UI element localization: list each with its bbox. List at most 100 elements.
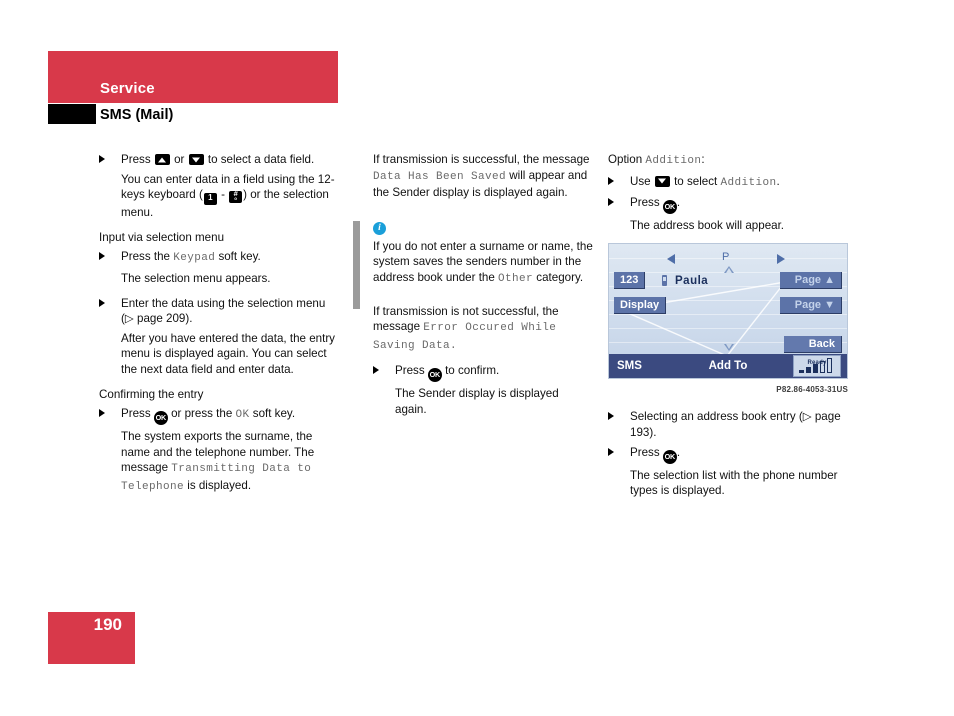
- body-text: After you have entered the data, the ent…: [121, 331, 335, 376]
- instruction-block: Selecting an address book entry (▷ page …: [608, 409, 848, 440]
- step-text: Enter the data using the selection menu …: [121, 296, 326, 326]
- step-text-pre: Press: [630, 196, 663, 210]
- step-text-pre: Press: [630, 445, 663, 459]
- note-text: If you do not enter a surname or name, t…: [373, 239, 593, 288]
- ok-button-icon: OK: [662, 200, 677, 215]
- arrow-down-key-icon: [188, 154, 204, 165]
- status-bar: SMS Add To Ready: [609, 353, 847, 378]
- body-text: The system exports the surname, the name…: [99, 429, 339, 495]
- nav-right-icon[interactable]: [777, 253, 785, 264]
- step-text: Selecting an address book entry (▷ page …: [630, 410, 841, 439]
- instruction-block: Enter the data using the selection menu …: [99, 296, 339, 327]
- nav-left-icon[interactable]: [667, 253, 675, 264]
- instruction-body: After you have entered the data, the ent…: [99, 331, 339, 378]
- step-text-pre: Press: [395, 364, 428, 378]
- header-red-banner: [48, 51, 338, 103]
- bullet-triangle-icon: [99, 409, 105, 418]
- step-text-mid: to select: [670, 174, 721, 188]
- body-text-post: is displayed.: [184, 478, 252, 492]
- arrow-up-key-icon: [154, 154, 170, 165]
- bullet-triangle-icon: [608, 447, 614, 456]
- page-number: 190: [93, 615, 122, 634]
- softkey-label: Keypad: [173, 252, 216, 265]
- btn-page-down[interactable]: Page ▼: [780, 296, 842, 314]
- content-column-left: Press or to select a data field. You can…: [99, 152, 339, 505]
- step-text-mid: or press the: [167, 407, 236, 421]
- btn-page-up[interactable]: Page ▲: [780, 271, 842, 289]
- body-text: You can enter data in a field using the …: [99, 172, 339, 221]
- position-label: P: [722, 250, 730, 263]
- ok-button-icon: OK: [427, 368, 442, 383]
- content-column-right: Option Addition: Use to select Addition.…: [608, 152, 848, 508]
- subheading-confirming-the-entry: Confirming the entry: [99, 387, 339, 403]
- body-text: The Sender display is displayed again.: [395, 387, 559, 416]
- ok-button-icon: OK: [662, 449, 677, 464]
- instruction-block: Press the Keypad soft key.: [99, 249, 339, 267]
- instruction-body: The selection menu appears.: [99, 271, 339, 287]
- bullet-item: Press OK to confirm.: [373, 363, 593, 383]
- btn-display[interactable]: Display: [614, 296, 667, 314]
- section-title: Service: [100, 80, 155, 97]
- key-1-icon: 1: [203, 193, 217, 206]
- head-unit-screen: P 123 Display Paula Page ▲ Page ▼ Back S…: [608, 242, 848, 379]
- step-text-post: .: [776, 174, 780, 188]
- bullet-item: Press or to select a data field.: [99, 152, 339, 168]
- arrow-down-key-icon: [654, 175, 670, 187]
- step-text-pre: Press: [121, 153, 154, 166]
- heading-text-post: :: [701, 153, 705, 166]
- bullet-triangle-icon: [608, 176, 614, 185]
- step-text-post: soft key.: [249, 407, 296, 421]
- address-book-entry-name[interactable]: Paula: [675, 274, 708, 290]
- paragraph-text-pre: If transmission is successful, the messa…: [373, 153, 590, 166]
- step-text-pre: Press: [121, 407, 154, 421]
- ok-button-icon: OK: [153, 411, 168, 426]
- display-message-text: Data Has Been Saved: [373, 170, 507, 183]
- step-text-pre: Press the: [121, 250, 174, 264]
- paragraph-text-post: .: [450, 339, 458, 352]
- bullet-triangle-icon: [608, 198, 614, 207]
- instruction-block: Press OK to confirm.: [373, 363, 593, 383]
- bullet-triangle-icon: [99, 252, 105, 261]
- instruction-body: The Sender display is displayed again.: [373, 386, 593, 417]
- option-label: Addition: [720, 176, 777, 189]
- info-icon: i: [373, 221, 386, 235]
- instruction-block: Use to select Addition.: [608, 174, 848, 192]
- subheading-text: Confirming the entry: [99, 387, 204, 401]
- figure-caption: P82.86-4053-31US: [776, 384, 848, 394]
- btn-123[interactable]: 123: [614, 271, 646, 289]
- step-text-post: .: [676, 445, 681, 459]
- display-figure: P 123 Display Paula Page ▲ Page ▼ Back S…: [608, 242, 848, 398]
- header-black-marker: [48, 104, 96, 124]
- body-text-mid: -: [217, 188, 229, 202]
- body-text: The selection menu appears.: [121, 271, 271, 285]
- info-note: i If you do not enter a surname or name,…: [353, 219, 593, 309]
- note-side-bar: [353, 220, 360, 309]
- instruction-body: The selection list with the phone number…: [608, 468, 848, 499]
- step-text-post: .: [676, 196, 681, 210]
- bullet-item: Press OK or press the OK soft key.: [99, 406, 339, 426]
- page-title: SMS (Mail): [100, 107, 174, 123]
- instruction-body: The system exports the surname, the name…: [99, 429, 339, 495]
- bullet-item: Use to select Addition.: [608, 174, 848, 192]
- step-text-post: soft key.: [215, 250, 261, 264]
- instruction-block: Press OK.: [608, 195, 848, 215]
- signal-strength-icon: [799, 357, 832, 373]
- instruction-block: Press or to select a data field.: [99, 152, 339, 168]
- heading-text-pre: Option: [608, 153, 646, 166]
- heading-option-addition: Option Addition:: [608, 152, 848, 170]
- instruction-body: The address book will appear.: [608, 218, 848, 234]
- step-text-mid: or: [170, 153, 188, 166]
- bullet-triangle-icon: [99, 298, 105, 307]
- bullet-triangle-icon: [99, 155, 105, 163]
- bullet-item: Selecting an address book entry (▷ page …: [608, 409, 848, 440]
- instruction-block: Press OK or press the OK soft key.: [99, 406, 339, 426]
- bullet-item: Enter the data using the selection menu …: [99, 296, 339, 327]
- option-label: Addition: [645, 155, 702, 167]
- body-text: The address book will appear.: [630, 219, 785, 233]
- instruction-body: You can enter data in a field using the …: [99, 172, 339, 221]
- btn-back[interactable]: Back: [784, 335, 842, 353]
- note-text-post: category.: [533, 270, 584, 284]
- scroll-down-icon[interactable]: [724, 343, 734, 351]
- paragraph-transmission-success: If transmission is successful, the messa…: [373, 152, 593, 201]
- scroll-up-icon[interactable]: [724, 265, 734, 274]
